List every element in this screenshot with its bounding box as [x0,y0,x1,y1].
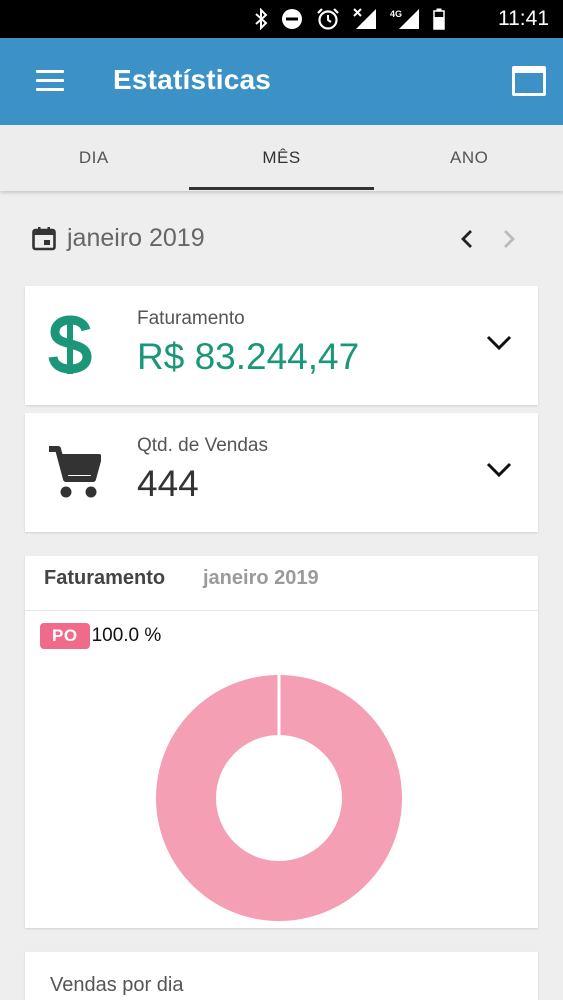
chart-legend: PO 100.0 % [40,623,161,649]
chevron-down-icon[interactable] [485,334,513,352]
chart-subtitle: janeiro 2019 [203,567,319,589]
revenue-chart-card: Faturamento janeiro 2019 PO 100.0 % [25,556,538,928]
legend-badge: PO [40,623,90,649]
signal-off-icon [353,8,376,29]
chevron-left-icon[interactable] [456,226,478,252]
sales-count-label: Qtd. de Vendas [137,435,268,456]
alarm-icon [317,8,339,30]
sales-count-value: 444 [137,463,199,504]
donut-chart [156,675,402,921]
legend-percent: 100.0 % [91,625,162,646]
daily-sales-title: Vendas por dia [50,974,184,996]
bluetooth-icon [255,8,268,30]
hamburger-menu-icon[interactable] [36,70,64,92]
status-icons: 4G [254,8,445,30]
signal-4g-icon: 4G [390,9,419,29]
period-tabs: DIA MÊS ANO [0,125,563,191]
revenue-label: Faturamento [137,308,245,329]
chevron-right-icon[interactable] [498,226,520,252]
sales-count-card[interactable]: Qtd. de Vendas 444 [25,413,538,532]
revenue-value: R$ 83.244,47 [137,336,360,377]
chart-header: Faturamento janeiro 2019 [25,556,538,611]
app-bar: Estatísticas [0,38,563,125]
shopping-cart-icon [49,446,101,498]
calendar-icon[interactable] [32,227,56,251]
battery-icon [433,8,445,30]
page-title: Estatísticas [113,64,272,95]
chart-title: Faturamento [44,567,166,589]
chevron-down-icon[interactable] [485,461,513,479]
tab-ano[interactable]: ANO [375,125,563,191]
status-time: 11:41 [498,7,549,30]
dollar-icon [48,315,92,374]
revenue-card[interactable]: Faturamento R$ 83.244,47 [25,286,538,405]
window-icon[interactable] [512,66,546,96]
status-bar: 4G 11:41 [0,0,563,38]
tab-dia[interactable]: DIA [0,125,188,191]
svg-text:4G: 4G [390,9,402,19]
do-not-disturb-icon [282,9,302,29]
daily-sales-card: Vendas por dia [25,952,538,1000]
period-selector: janeiro 2019 [0,215,563,265]
tab-mes[interactable]: MÊS [188,125,376,191]
period-label: janeiro 2019 [67,224,205,252]
